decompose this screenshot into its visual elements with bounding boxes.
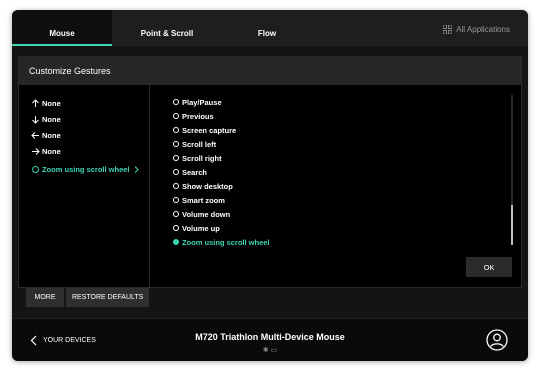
scrollbar-thumb[interactable] [511,205,513,245]
radio-button[interactable] [173,99,179,105]
gesture-up-label: None [42,98,61,108]
option-scroll-right[interactable]: Scroll right [173,151,353,165]
tab-point-scroll[interactable]: Point & Scroll [122,10,212,46]
radio-button[interactable] [173,141,179,147]
right-arrow-icon [32,147,40,155]
option-label: Smart zoom [182,195,225,205]
option-screen-capture[interactable]: Screen capture [173,123,353,137]
radio-button[interactable] [173,197,179,203]
option-label: Scroll right [182,153,222,163]
radio-button-selected[interactable] [173,239,179,245]
device-footer: YOUR DEVICES M720 Triathlon Multi-Device… [12,318,528,361]
all-applications-label: All Applications [456,25,510,34]
action-options-list: Play/Pause Previous Screen capture Scrol… [173,95,353,249]
option-label: Volume down [182,209,231,219]
gesture-right[interactable]: None [31,143,149,159]
up-arrow-icon [32,98,39,107]
option-show-desktop[interactable]: Show desktop [173,179,353,193]
option-label: Play/Pause [182,97,222,107]
gesture-left[interactable]: None [31,127,149,143]
option-smart-zoom[interactable]: Smart zoom [173,193,353,207]
radio-button[interactable] [173,211,179,217]
gesture-down-label: None [42,114,61,124]
title-bar: Mouse Point & Scroll Flow All Applicatio… [12,10,528,46]
left-arrow-icon [31,131,39,139]
option-label: Zoom using scroll wheel [182,237,270,247]
tab-flow[interactable]: Flow [222,10,312,46]
options-window: Mouse Point & Scroll Flow All Applicatio… [12,10,528,361]
option-volume-down[interactable]: Volume down [173,207,353,221]
tab-mouse-label: Mouse [49,29,75,38]
option-label: Scroll left [182,139,217,149]
radio-button[interactable] [173,169,179,175]
radio-outline-icon [32,165,39,173]
gesture-left-label: None [42,130,61,140]
tab-mouse[interactable]: Mouse [12,10,112,46]
grid-icon [443,25,453,34]
gesture-list: None None None None Zoom using scroll wh… [31,95,149,177]
radio-button[interactable] [173,113,179,119]
tab-point-scroll-label: Point & Scroll [140,29,194,38]
restore-defaults-button[interactable]: RESTORE DEFAULTS [66,288,150,307]
option-search[interactable]: Search [173,165,353,179]
radio-button[interactable] [173,155,179,161]
radio-button[interactable] [173,183,179,189]
panel-divider [149,85,150,287]
gesture-click[interactable]: Zoom using scroll wheel [31,161,149,177]
customize-gestures-panel: Customize Gestures None None None None Z… [18,56,522,288]
gesture-up[interactable]: None [31,95,149,111]
ok-button[interactable]: OK [466,257,512,277]
option-zoom-scroll-wheel[interactable]: Zoom using scroll wheel [173,235,353,249]
account-icon[interactable] [486,329,508,351]
down-arrow-icon [32,115,39,124]
panel-button-bar: MORE RESTORE DEFAULTS [26,288,150,307]
options-scrollbar[interactable] [511,95,513,245]
option-volume-up[interactable]: Volume up [173,221,353,235]
device-status-icons: ✱ ▭ [262,347,278,354]
option-previous[interactable]: Previous [173,109,353,123]
gesture-down[interactable]: None [31,111,149,127]
option-label: Volume up [182,223,220,233]
option-label: Previous [182,111,214,121]
radio-button[interactable] [173,225,179,231]
option-label: Show desktop [182,181,233,191]
option-play-pause[interactable]: Play/Pause [173,95,353,109]
panel-title: Customize Gestures [19,57,521,85]
option-scroll-left[interactable]: Scroll left [173,137,353,151]
active-tab-indicator [12,44,112,46]
all-applications-button[interactable]: All Applications [443,25,510,34]
radio-button[interactable] [173,127,179,133]
option-label: Screen capture [182,125,237,135]
chevron-right-icon [134,165,139,173]
tab-flow-label: Flow [257,29,277,38]
gesture-right-label: None [42,146,61,156]
device-name: M720 Triathlon Multi-Device Mouse [195,332,345,342]
gesture-click-label: Zoom using scroll wheel [42,164,130,174]
option-label: Search [182,167,208,177]
more-button[interactable]: MORE [26,288,64,307]
